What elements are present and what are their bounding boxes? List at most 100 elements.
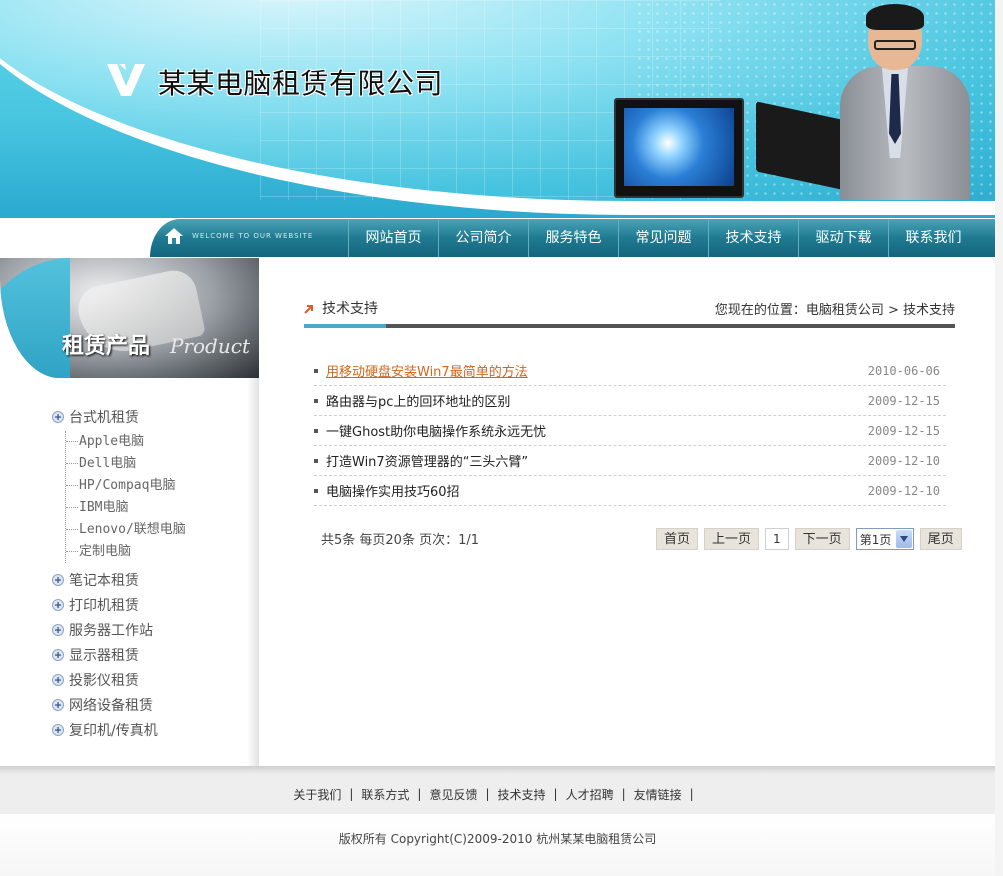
article-link[interactable]: 用移动硬盘安装Win7最简单的方法 (326, 361, 528, 380)
footer-separator: | (553, 787, 558, 801)
list-item: 路由器与pc上的回环地址的区别 2009-12-15 (314, 386, 946, 416)
menu-category-label: 投影仪租赁 (69, 672, 139, 689)
footer-links: 关于我们 | 联系方式 | 意见反馈 | 技术支持 | 人才招聘 | 友情链接 … (0, 774, 995, 814)
welcome-text: WELCOME TO OUR WEBSITE (192, 232, 314, 240)
footer-separator: | (349, 787, 354, 801)
footer-separator: | (485, 787, 490, 801)
main-navbar: WELCOME TO OUR WEBSITE 网站首页 公司简介 服务特色 常见… (150, 219, 995, 257)
expand-plus-icon (52, 698, 64, 711)
article-date: 2010-06-06 (867, 363, 940, 378)
submenu-desktop: Apple电脑 Dell电脑 HP/Compaq电脑 IBM电脑 Lenovo/… (65, 431, 247, 563)
sidebar: 租赁产品 Product 台式机租赁 Apple电脑 Dell电脑 HP/Com… (0, 258, 259, 766)
footer-link-feedback[interactable]: 意见反馈 (429, 786, 477, 803)
article-date: 2009-12-10 (867, 453, 940, 468)
footer-separator: | (621, 787, 626, 801)
page-select[interactable]: 第1页 (855, 528, 914, 550)
nav-about[interactable]: 公司简介 (438, 219, 528, 257)
current-page-number[interactable]: 1 (765, 528, 789, 550)
monitor-illustration (614, 98, 744, 198)
article-list: 用移动硬盘安装Win7最简单的方法 2010-06-06 路由器与pc上的回环地… (314, 356, 946, 506)
menu-category-label: 打印机租赁 (69, 597, 139, 614)
article-date: 2009-12-15 (867, 393, 940, 408)
list-item: 用移动硬盘安装Win7最简单的方法 2010-06-06 (314, 356, 946, 386)
arrow-up-right-icon (304, 305, 313, 314)
submenu-item-custom[interactable]: 定制电脑 (66, 541, 247, 563)
nav-items: 网站首页 公司简介 服务特色 常见问题 技术支持 驱动下载 联系我们 (348, 219, 978, 257)
bullet-icon (314, 428, 318, 433)
list-item: 电脑操作实用技巧60招 2009-12-10 (314, 476, 946, 506)
menu-category-copier[interactable]: 复印机/传真机 (52, 717, 247, 742)
section-divider (304, 324, 955, 328)
bullet-icon (314, 398, 318, 403)
nav-contact[interactable]: 联系我们 (888, 219, 978, 257)
submenu-item-lenovo[interactable]: Lenovo/联想电脑 (66, 519, 247, 541)
article-link[interactable]: 一键Ghost助你电脑操作系统永远无忧 (326, 421, 546, 440)
submenu-item-apple[interactable]: Apple电脑 (66, 431, 247, 453)
company-name: 某某电脑租赁有限公司 (158, 67, 444, 100)
menu-category-notebook[interactable]: 笔记本租赁 (52, 567, 247, 592)
list-item: 一键Ghost助你电脑操作系统永远无忧 2009-12-15 (314, 416, 946, 446)
menu-category-network[interactable]: 网络设备租赁 (52, 692, 247, 717)
page-right-edge (995, 0, 1003, 876)
first-page-button[interactable]: 首页 (656, 528, 699, 550)
chevron-down-icon[interactable] (895, 530, 912, 548)
footer-link-jobs[interactable]: 人才招聘 (566, 786, 614, 803)
businessman-illustration (830, 4, 980, 200)
menu-category-desktop[interactable]: 台式机租赁 (52, 404, 247, 429)
menu-category-label: 显示器租赁 (69, 647, 139, 664)
pager-info: 共5条 每页20条 页次：1/1 (321, 533, 479, 548)
copyright-text: 版权所有 Copyright(C)2009-2010 杭州某某电脑租赁公司 (338, 832, 657, 846)
nav-faq[interactable]: 常见问题 (618, 219, 708, 257)
menu-category-projector[interactable]: 投影仪租赁 (52, 667, 247, 692)
nav-services[interactable]: 服务特色 (528, 219, 618, 257)
nav-home[interactable]: 网站首页 (348, 219, 438, 257)
expand-plus-icon (52, 573, 64, 586)
submenu-item-hp[interactable]: HP/Compaq电脑 (66, 475, 247, 497)
product-banner: 租赁产品 Product (0, 258, 259, 378)
nav-welcome: WELCOME TO OUR WEBSITE (164, 227, 313, 245)
bullet-icon (314, 368, 318, 373)
footer-link-contact[interactable]: 联系方式 (361, 786, 409, 803)
menu-category-monitor[interactable]: 显示器租赁 (52, 642, 247, 667)
last-page-button[interactable]: 尾页 (919, 528, 962, 550)
product-banner-subtitle: Product (170, 334, 250, 358)
article-date: 2009-12-10 (867, 483, 940, 498)
footer-separator: | (689, 787, 694, 801)
footer-link-tech-support[interactable]: 技术支持 (498, 786, 546, 803)
footer: 版权所有 Copyright(C)2009-2010 杭州某某电脑租赁公司 (0, 814, 995, 876)
menu-category-label: 复印机/传真机 (69, 722, 158, 739)
expand-plus-icon (52, 623, 64, 636)
section-title: 技术支持 (322, 301, 378, 317)
menu-category-server[interactable]: 服务器工作站 (52, 617, 247, 642)
company-logo-icon[interactable] (107, 64, 145, 96)
article-link[interactable]: 电脑操作实用技巧60招 (326, 481, 460, 500)
breadcrumb: 您现在的位置：电脑租赁公司 > 技术支持 (714, 303, 955, 318)
bullet-icon (314, 458, 318, 463)
main-content: 技术支持 您现在的位置：电脑租赁公司 > 技术支持 用移动硬盘安装Win7最简单… (259, 258, 995, 766)
expand-plus-icon (52, 648, 64, 661)
bullet-icon (314, 488, 318, 493)
article-link[interactable]: 路由器与pc上的回环地址的区别 (326, 391, 510, 410)
home-icon[interactable] (164, 227, 184, 245)
nav-driver-download[interactable]: 驱动下载 (798, 219, 888, 257)
next-page-button[interactable]: 下一页 (794, 528, 850, 550)
article-link[interactable]: 打造Win7资源管理器的“三头六臂” (326, 451, 528, 470)
menu-category-printer[interactable]: 打印机租赁 (52, 592, 247, 617)
expand-plus-icon (52, 673, 64, 686)
expand-plus-icon (52, 598, 64, 611)
submenu-item-ibm[interactable]: IBM电脑 (66, 497, 247, 519)
footer-link-friends[interactable]: 友情链接 (634, 786, 682, 803)
footer-link-about[interactable]: 关于我们 (293, 786, 341, 803)
footer-divider (0, 766, 995, 774)
prev-page-button[interactable]: 上一页 (704, 528, 760, 550)
menu-category-label: 网络设备租赁 (69, 697, 153, 714)
product-banner-title: 租赁产品 (62, 334, 151, 359)
menu-category-label: 台式机租赁 (69, 409, 139, 426)
product-menu: 台式机租赁 Apple电脑 Dell电脑 HP/Compaq电脑 IBM电脑 L… (52, 404, 247, 742)
pagination: 首页 上一页 1 下一页 第1页 尾页 (656, 528, 962, 550)
list-item: 打造Win7资源管理器的“三头六臂” 2009-12-10 (314, 446, 946, 476)
submenu-item-dell[interactable]: Dell电脑 (66, 453, 247, 475)
nav-tech-support[interactable]: 技术支持 (708, 219, 798, 257)
page-select-value: 第1页 (859, 532, 892, 547)
header-banner: 某某电脑租赁有限公司 (0, 0, 995, 218)
